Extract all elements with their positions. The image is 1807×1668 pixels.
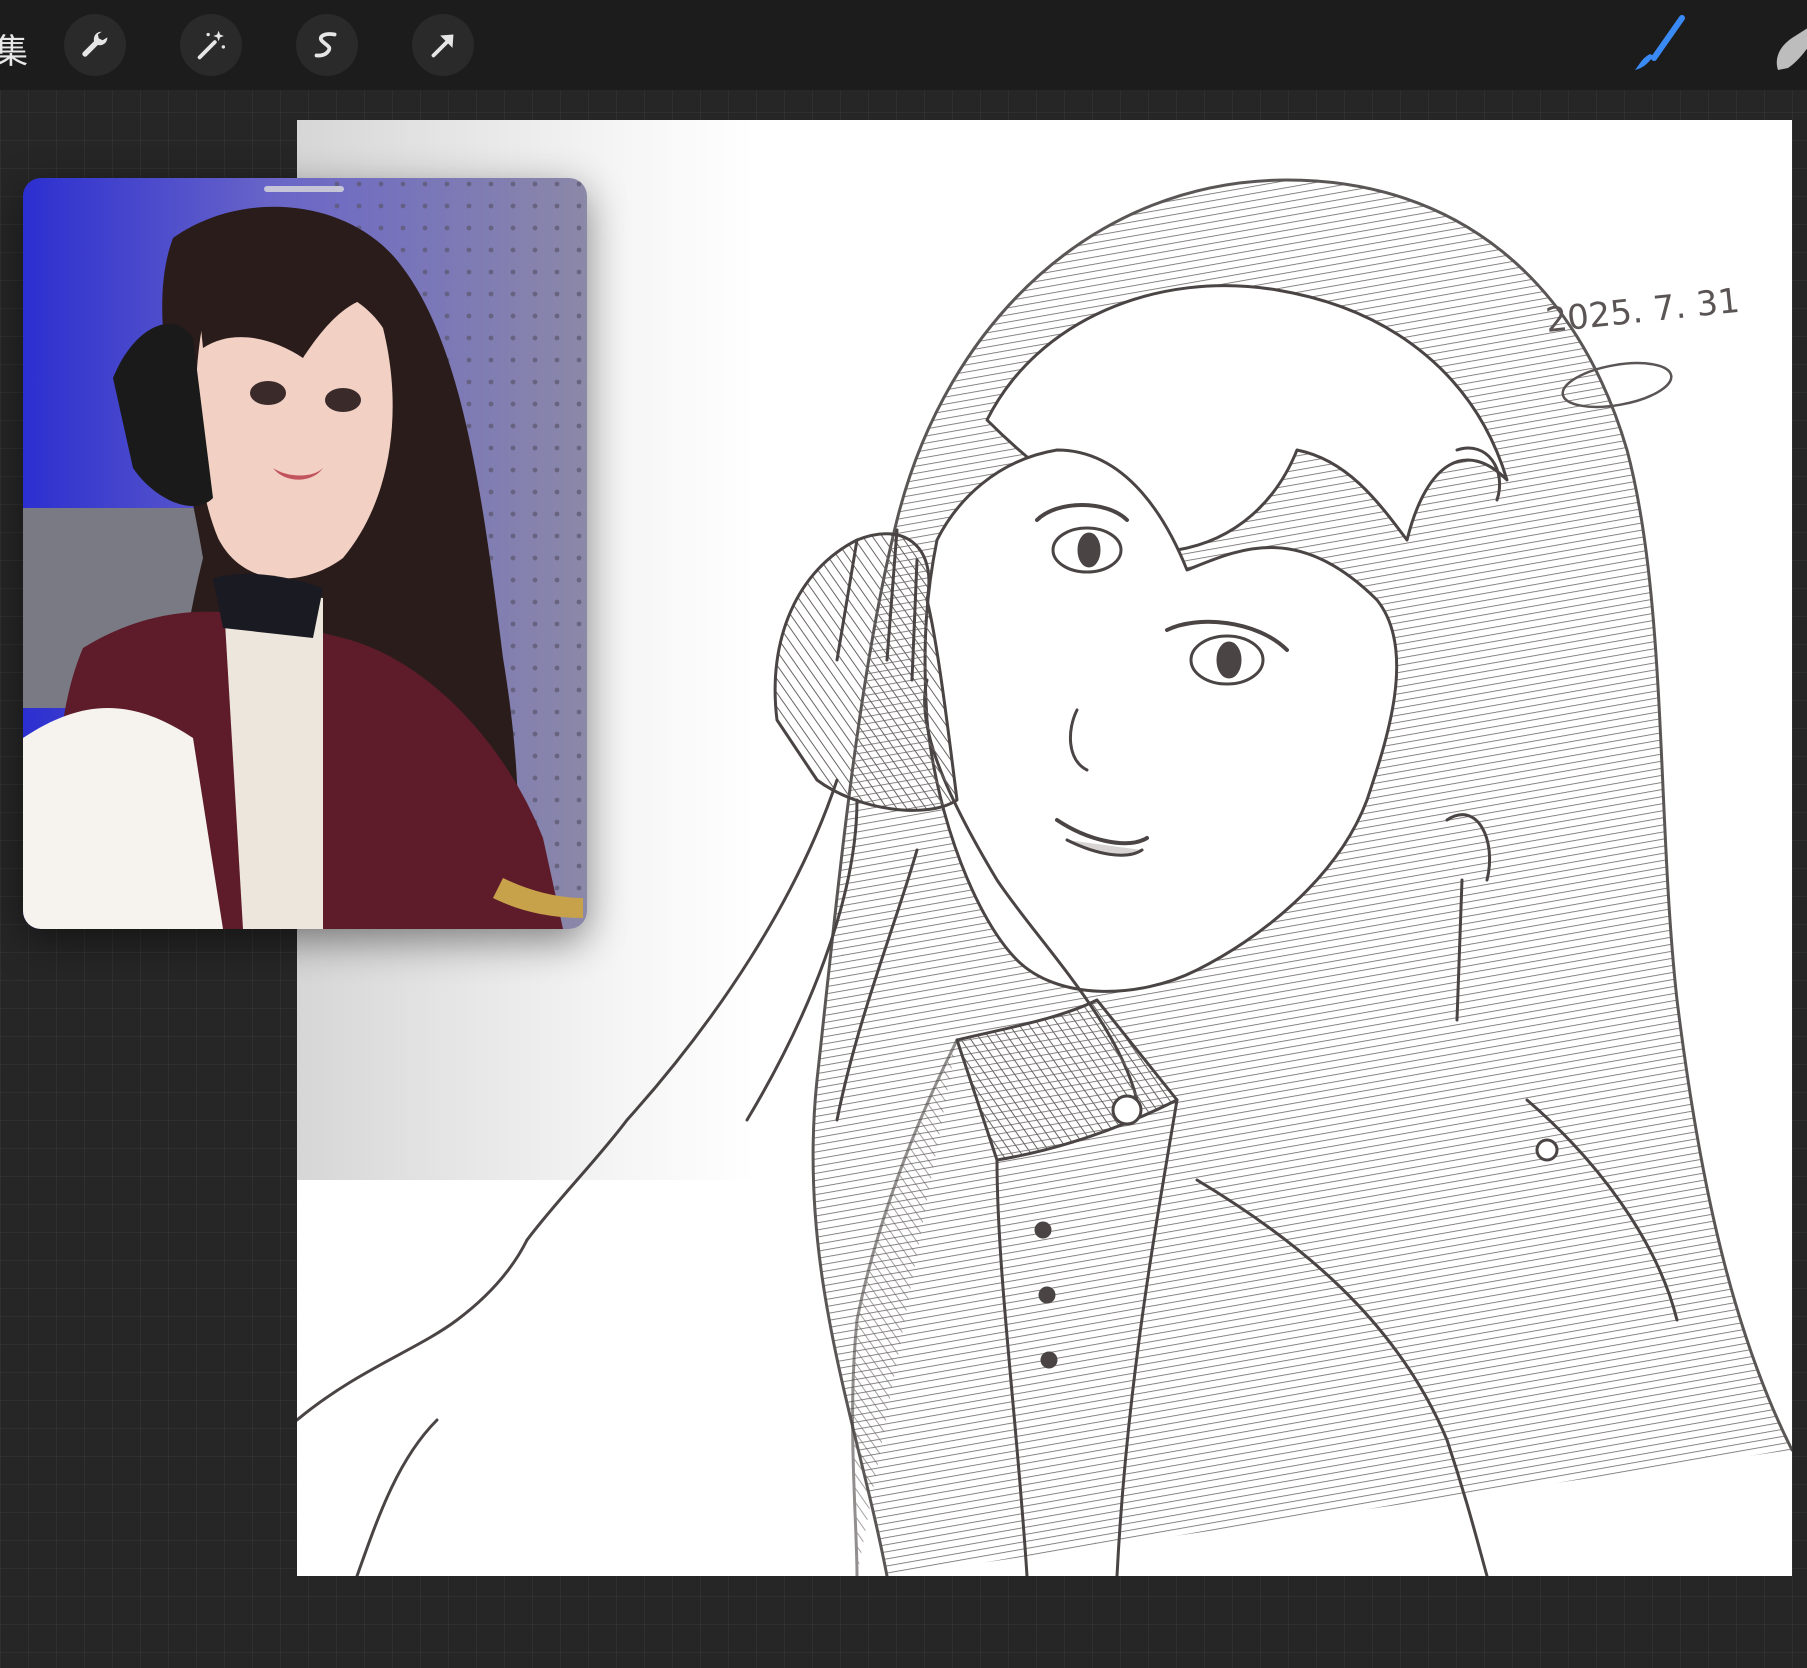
wrench-icon (82, 31, 108, 57)
smudge-tool-button[interactable] (1766, 12, 1807, 78)
adjustments-button[interactable] (180, 14, 242, 76)
magic-wand-icon (197, 30, 226, 60)
brush-icon (1635, 15, 1685, 70)
selection-s-icon (314, 32, 337, 58)
signature-date-text: 2025. 7. 31 (1544, 281, 1742, 341)
top-toolbar: 集 (0, 0, 1807, 90)
brush-tool-button[interactable] (1626, 12, 1692, 78)
smudge-finger-icon (1776, 28, 1807, 70)
transform-button[interactable] (412, 14, 474, 76)
reference-photo-icon (23, 178, 587, 929)
arrow-cursor-icon (431, 34, 454, 58)
actions-wrench-button[interactable] (64, 14, 126, 76)
gallery-button[interactable]: 集 (0, 24, 28, 73)
reference-drag-handle[interactable] (264, 186, 344, 192)
reference-photo-window[interactable] (23, 178, 587, 929)
selection-button[interactable] (296, 14, 358, 76)
